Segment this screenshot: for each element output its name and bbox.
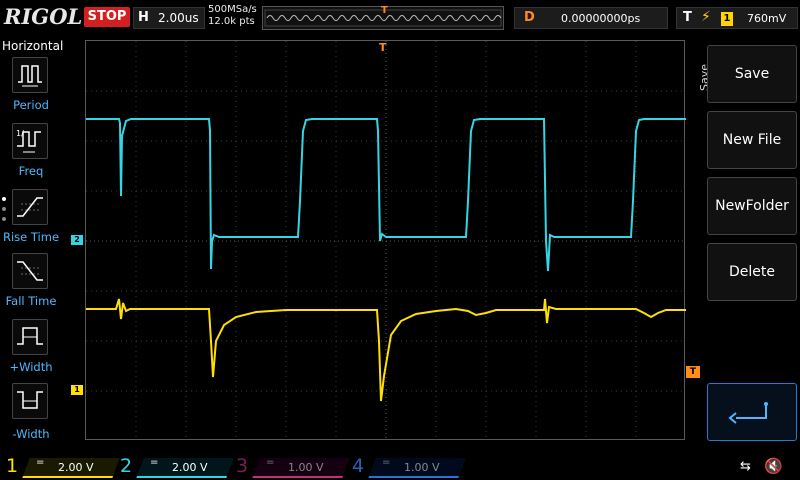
- channel-2-setting[interactable]: 2 = 2.00 V: [120, 455, 234, 478]
- menu-item-label: Rise Time: [2, 230, 60, 244]
- delete-button[interactable]: Delete: [707, 243, 797, 301]
- status-bar: RIGOL STOP H 2.00us 500MSa/s 12.0k pts T…: [0, 0, 800, 36]
- sample-rate: 500MSa/s: [208, 4, 257, 15]
- menu-item-label: -Width: [12, 427, 50, 441]
- menu-item-label: Period: [13, 98, 49, 112]
- channel-4-coupling: =: [382, 457, 391, 468]
- new-file-label: New File: [722, 132, 782, 148]
- trigger-level-value: 760mV: [747, 12, 787, 25]
- trigger-source: 1: [721, 12, 733, 26]
- channel-1-number: 1: [6, 455, 19, 477]
- measure-positive-width-button[interactable]: +Width: [0, 319, 62, 383]
- measure-frequency-button[interactable]: 1/ Freq: [0, 123, 62, 187]
- graticule: [86, 41, 686, 441]
- run-stop-status[interactable]: STOP: [84, 7, 130, 27]
- fall-time-icon: [12, 253, 48, 289]
- frequency-icon: 1/: [12, 123, 48, 159]
- channel-bar: 1 = 2.00 V 2 = 2.00 V 3 = 1.00 V 4 = 1.0…: [0, 452, 800, 480]
- save-menu: Save Save New File NewFolder Delete: [698, 37, 800, 450]
- channel-3-number: 3: [236, 455, 249, 477]
- channel-3-coupling: =: [266, 457, 275, 468]
- channel-4-number: 4: [352, 455, 365, 477]
- channel-2-scale: 2.00 V: [172, 461, 208, 474]
- measure-menu: Horizontal Period 1/ Freq Rise Time Fall…: [0, 37, 64, 450]
- new-folder-label: NewFolder: [715, 198, 789, 214]
- usb-icon: ⇆: [740, 459, 751, 474]
- menu-item-label: +Width: [9, 360, 53, 374]
- trigger-box[interactable]: T ⚡ 1 760mV: [676, 7, 798, 29]
- save-button[interactable]: Save: [707, 45, 797, 103]
- back-arrow-icon: [728, 402, 768, 424]
- brand-logo: RIGOL: [4, 4, 83, 29]
- channel-4-scale: 1.00 V: [404, 461, 440, 474]
- trigger-position-marker[interactable]: T: [379, 41, 387, 54]
- channel-1-setting[interactable]: 1 = 2.00 V: [6, 455, 120, 478]
- new-folder-button[interactable]: NewFolder: [707, 177, 797, 235]
- menu-item-label: Freq: [18, 164, 44, 178]
- menu-title: Horizontal: [2, 39, 64, 53]
- channel-4-setting[interactable]: 4 = 1.00 V: [352, 455, 466, 478]
- measure-period-button[interactable]: Period: [0, 57, 62, 121]
- trigger-level-marker[interactable]: T: [686, 366, 700, 378]
- memory-depth: 12.0k pts: [208, 16, 255, 27]
- save-button-label: Save: [734, 66, 770, 82]
- timebase-value: 2.00us: [158, 11, 199, 25]
- channel-1-offset-marker[interactable]: 1: [71, 385, 83, 395]
- delay-label: D: [524, 10, 535, 25]
- overview-trigger-marker: T: [381, 5, 388, 16]
- rising-edge-icon: ⚡: [701, 9, 711, 25]
- timebase-box[interactable]: H 2.00us: [133, 7, 205, 29]
- channel-2-number: 2: [120, 455, 133, 477]
- channel-1-coupling: =: [36, 457, 45, 468]
- horizontal-label: H: [138, 10, 149, 25]
- delete-label: Delete: [729, 264, 775, 280]
- delay-box[interactable]: D 0.00000000ps: [514, 7, 668, 29]
- menu-item-label: Fall Time: [5, 294, 57, 308]
- delay-value: 0.00000000ps: [561, 12, 641, 25]
- positive-width-icon: [12, 319, 48, 355]
- measure-negative-width-button[interactable]: -Width: [0, 383, 62, 447]
- measure-rise-time-button[interactable]: Rise Time: [0, 189, 62, 253]
- channel-3-setting[interactable]: 3 = 1.00 V: [236, 455, 350, 478]
- channel-2-offset-marker[interactable]: 2: [71, 235, 83, 245]
- channel-2-coupling: =: [150, 457, 159, 468]
- rise-time-icon: [12, 189, 48, 225]
- back-button[interactable]: [707, 383, 797, 441]
- trigger-label: T: [683, 10, 692, 25]
- channel-1-scale: 2.00 V: [58, 461, 94, 474]
- svg-text:1/: 1/: [16, 129, 24, 138]
- measure-fall-time-button[interactable]: Fall Time: [0, 253, 62, 317]
- acquisition-info: 500MSa/s 12.0k pts: [208, 4, 257, 28]
- negative-width-icon: [12, 383, 48, 419]
- channel-3-scale: 1.00 V: [288, 461, 324, 474]
- period-icon: [12, 57, 48, 93]
- waveform-overview[interactable]: T: [262, 5, 504, 30]
- waveform-display[interactable]: [85, 40, 686, 441]
- new-file-button[interactable]: New File: [707, 111, 797, 169]
- speaker-mute-icon[interactable]: 🔇: [764, 457, 783, 475]
